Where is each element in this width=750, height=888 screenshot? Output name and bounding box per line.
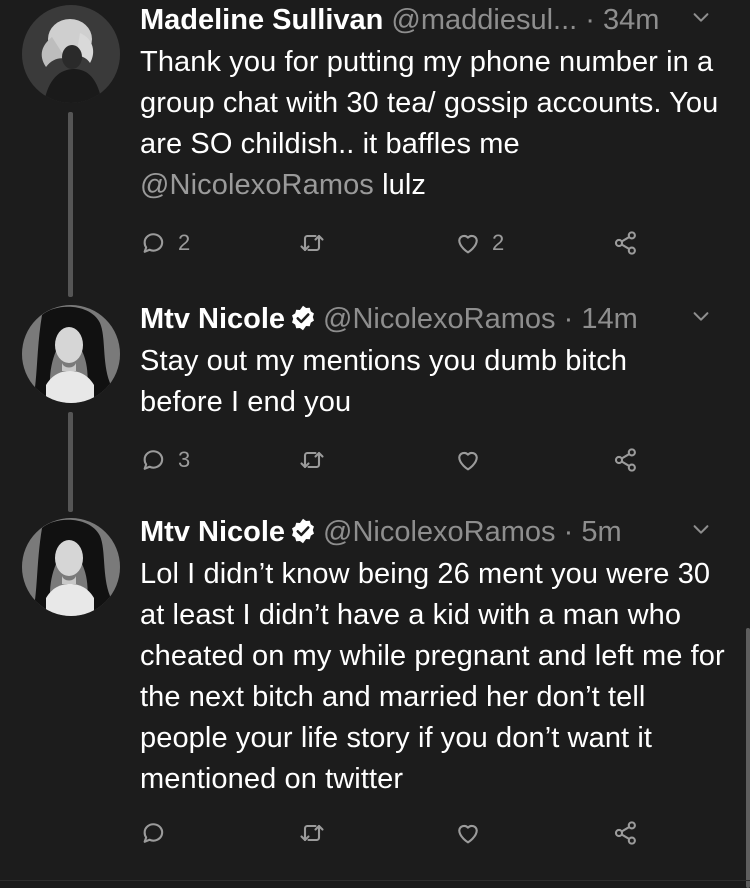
reply-button[interactable]: 2 <box>140 226 190 260</box>
tweet-text-part: Thank you for putting my phone number in… <box>140 46 719 160</box>
tweet-header: Mtv Nicole @NicolexoRamos · 5m <box>140 512 730 552</box>
tweet-text: Stay out my mentions you dumb bitch befo… <box>140 345 628 418</box>
avatar[interactable] <box>22 305 120 403</box>
chevron-down-icon[interactable] <box>690 518 712 540</box>
like-button[interactable] <box>454 816 482 850</box>
like-button[interactable] <box>454 443 482 477</box>
retweet-icon <box>298 819 326 847</box>
tweet-time[interactable]: 34m <box>603 4 659 36</box>
reply-count: 2 <box>178 230 191 255</box>
tweet-time[interactable]: 5m <box>581 516 621 548</box>
mention-link[interactable]: @NicolexoRamos <box>140 169 374 201</box>
author-name[interactable]: Madeline Sullivan <box>140 4 383 36</box>
tweet-text: Thank you for putting my phone number in… <box>140 42 730 206</box>
like-button[interactable]: 2 <box>454 226 504 260</box>
author-handle[interactable]: @NicolexoRamos <box>323 303 556 335</box>
reply-icon <box>140 446 168 474</box>
retweet-icon <box>298 229 326 257</box>
retweet-icon <box>298 446 326 474</box>
avatar[interactable] <box>22 5 120 103</box>
separator-dot: · <box>585 4 595 36</box>
tweet-time[interactable]: 14m <box>581 303 637 335</box>
separator-dot: · <box>563 303 574 335</box>
share-button[interactable] <box>612 226 640 260</box>
share-button[interactable] <box>612 816 640 850</box>
avatar-photo <box>22 305 120 403</box>
retweet-button[interactable] <box>298 226 336 260</box>
tweet[interactable]: Mtv Nicole @NicolexoRamos · 14m Stay out … <box>0 297 750 497</box>
share-icon <box>612 229 640 257</box>
heart-icon <box>454 446 482 474</box>
tweet-actions: 3 <box>140 443 660 477</box>
share-button[interactable] <box>612 443 640 477</box>
like-count: 2 <box>492 230 505 255</box>
retweet-button[interactable] <box>298 443 326 477</box>
scrollbar[interactable] <box>746 628 750 888</box>
reply-icon <box>140 819 168 847</box>
retweet-button[interactable] <box>298 816 326 850</box>
author-name[interactable]: Mtv Nicole <box>140 303 285 335</box>
tweet[interactable]: Mtv Nicole @NicolexoRamos · 5m Lol I didn… <box>0 510 750 870</box>
avatar-photo <box>22 5 120 103</box>
verified-badge-icon <box>289 304 317 332</box>
chevron-down-icon[interactable] <box>690 305 712 327</box>
tweet-header: Madeline Sullivan @maddiesul... · 34m <box>140 0 730 40</box>
reply-button[interactable]: 3 <box>140 443 190 477</box>
avatar-photo <box>22 518 120 616</box>
author-handle[interactable]: @maddiesul... <box>391 4 577 36</box>
divider <box>0 880 750 881</box>
share-icon <box>612 446 640 474</box>
tweet-actions <box>140 816 660 850</box>
reply-button[interactable] <box>140 816 168 850</box>
tweet-actions: 2 2 <box>140 226 660 260</box>
author-handle[interactable]: @NicolexoRamos <box>323 516 556 548</box>
author-name[interactable]: Mtv Nicole <box>140 516 285 548</box>
share-icon <box>612 819 640 847</box>
chevron-down-icon[interactable] <box>690 6 712 28</box>
reply-count: 3 <box>178 447 191 472</box>
heart-icon <box>454 229 482 257</box>
tweet-text: Lol I didn’t know being 26 ment you were… <box>140 558 725 795</box>
verified-badge-icon <box>289 517 317 545</box>
tweet-header: Mtv Nicole @NicolexoRamos · 14m <box>140 299 730 339</box>
tweet[interactable]: Madeline Sullivan @maddiesul... · 34m Th… <box>0 0 750 290</box>
reply-icon <box>140 229 168 257</box>
avatar[interactable] <box>22 518 120 616</box>
tweet-text-part: lulz <box>373 169 426 201</box>
separator-dot: · <box>563 516 574 548</box>
heart-icon <box>454 819 482 847</box>
